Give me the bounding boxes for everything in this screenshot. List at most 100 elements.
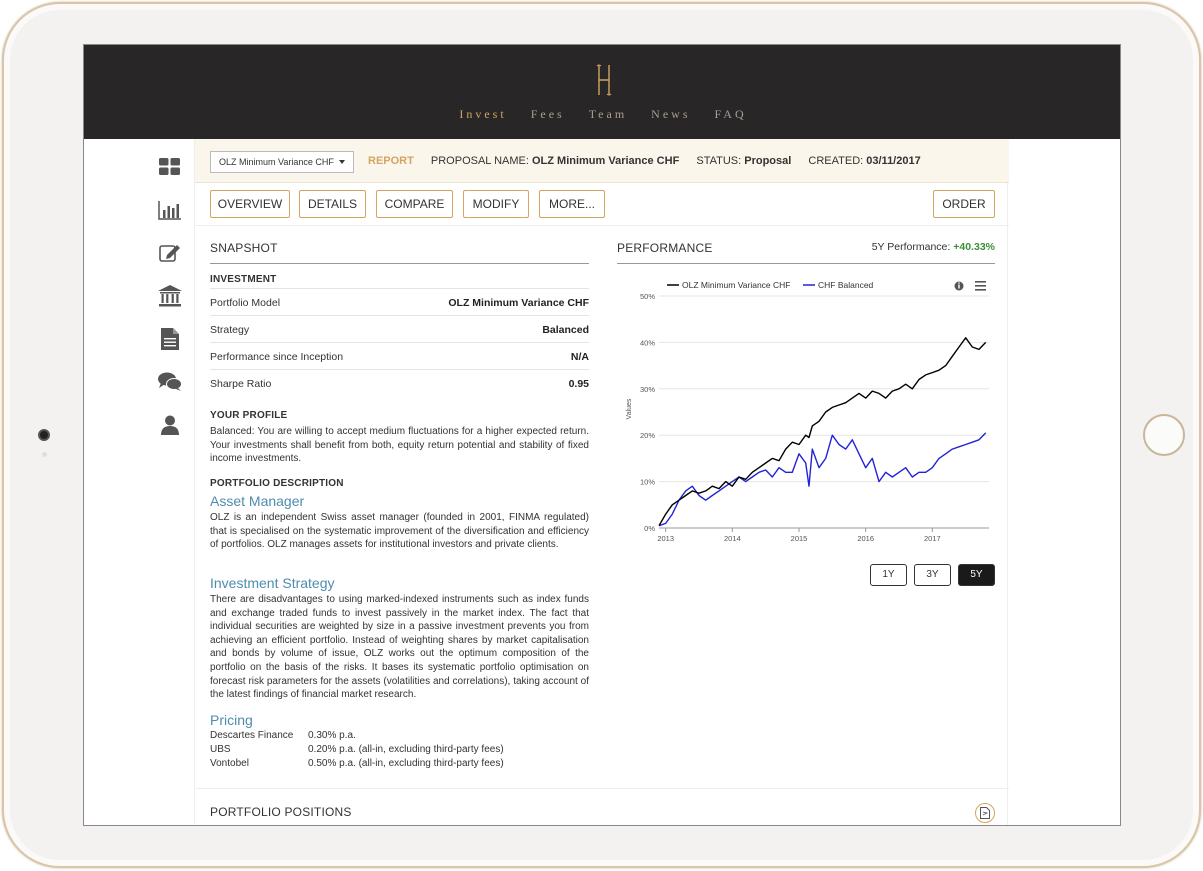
profile-heading: YOUR PROFILE <box>210 410 288 421</box>
tab-modify[interactable]: MODIFY <box>463 190 529 218</box>
x-tick-label: 2013 <box>657 534 674 543</box>
main-content: OLZ Minimum Variance CHF REPORT PROPOSAL… <box>194 139 1009 825</box>
row-value: OLZ Minimum Variance CHF <box>448 297 589 309</box>
asset-manager-title: Asset Manager <box>210 493 305 509</box>
chart-y-ticks: 0% 10% 20% 30% 40% 50% <box>640 292 655 533</box>
y-tick-label: 20% <box>640 431 655 440</box>
sensor <box>42 452 47 457</box>
positions-title: PORTFOLIO POSITIONS <box>210 805 352 819</box>
chart-legend: OLZ Minimum Variance CHF CHF Balanced <box>667 280 874 290</box>
document-icon[interactable] <box>154 325 186 353</box>
nav-team[interactable]: Team <box>589 107 627 122</box>
pricing-title: Pricing <box>210 712 253 728</box>
chart-grid <box>659 295 989 529</box>
top-navigation-bar: Invest Fees Team News FAQ <box>84 45 1120 139</box>
report-link[interactable]: REPORT <box>368 155 414 167</box>
user-icon[interactable] <box>154 411 186 439</box>
proposal-name-label: PROPOSAL NAME: <box>430 155 529 167</box>
table-row: Portfolio Model OLZ Minimum Variance CHF <box>210 289 589 316</box>
created-value: 03/11/2017 <box>866 155 921 167</box>
row-label: Performance since Inception <box>210 351 344 363</box>
created-label: CREATED: <box>808 155 864 167</box>
info-icon[interactable] <box>954 281 964 291</box>
camera <box>38 429 50 441</box>
chart-x-ticks: 2013 2014 2015 2016 2017 <box>657 527 989 543</box>
pricing-provider: UBS <box>210 744 231 755</box>
brand-logo-icon[interactable] <box>592 63 616 97</box>
five-year-value: +40.33% <box>953 241 995 253</box>
performance-chart: 0% 10% 20% 30% 40% 50% 2013 2014 2015 2016 2017 V… <box>626 280 989 543</box>
proposal-info: REPORT PROPOSAL NAME: OLZ Minimum Varian… <box>368 155 935 167</box>
range-5y-button[interactable]: 5Y <box>958 564 995 586</box>
nav-invest[interactable]: Invest <box>459 107 506 122</box>
snapshot-title: SNAPSHOT <box>210 241 278 255</box>
pricing-provider: Vontobel <box>210 758 249 769</box>
y-tick-label: 10% <box>640 478 655 487</box>
table-row: Performance since Inception N/A <box>210 343 589 370</box>
y-axis-label: Values <box>626 398 633 419</box>
legend-balanced[interactable]: CHF Balanced <box>818 280 874 290</box>
range-3y-button[interactable]: 3Y <box>914 564 951 586</box>
app-screen: Invest Fees Team News FAQ OLZ Minimum Va… <box>83 44 1121 826</box>
legend-olz[interactable]: OLZ Minimum Variance CHF <box>682 280 790 290</box>
snapshot-divider <box>210 263 589 264</box>
x-tick-label: 2016 <box>857 534 874 543</box>
series-line-olz[interactable] <box>658 337 987 527</box>
portfolio-select[interactable]: OLZ Minimum Variance CHF <box>210 151 354 173</box>
order-button[interactable]: ORDER <box>933 190 995 218</box>
y-tick-label: 40% <box>640 338 655 347</box>
home-button[interactable] <box>1143 414 1185 456</box>
pricing-fee: 0.20% p.a. (all-in, excluding third-part… <box>308 744 504 755</box>
performance-title: PERFORMANCE <box>617 241 713 255</box>
status-label: STATUS: <box>696 155 742 167</box>
chart-lines <box>658 337 987 527</box>
profile-text: Balanced: You are willing to accept medi… <box>210 426 589 465</box>
nav-news[interactable]: News <box>651 107 690 122</box>
edit-icon[interactable] <box>154 239 186 267</box>
tab-compare[interactable]: COMPARE <box>376 190 453 218</box>
range-selector: 1Y 3Y 5Y <box>870 564 995 588</box>
chevron-down-icon <box>339 160 345 164</box>
row-value: 0.95 <box>568 378 589 390</box>
series-line-chf-balanced[interactable] <box>658 432 987 527</box>
strategy-text: There are disadvantages to using marked-… <box>210 594 589 701</box>
row-label: Sharpe Ratio <box>210 378 272 390</box>
tab-details[interactable]: DETAILS <box>299 190 366 218</box>
table-row: Strategy Balanced <box>210 316 589 343</box>
portfolio-select-value: OLZ Minimum Variance CHF <box>219 157 334 167</box>
pdf-icon <box>980 807 990 819</box>
dashboard-icon[interactable] <box>154 153 186 181</box>
bar-chart-icon[interactable] <box>154 196 186 224</box>
performance-divider <box>617 263 995 264</box>
tab-more[interactable]: MORE... <box>539 190 605 218</box>
y-tick-label: 50% <box>640 292 655 301</box>
nav-faq[interactable]: FAQ <box>715 107 747 122</box>
pdf-export-button[interactable] <box>975 803 995 823</box>
y-tick-label: 30% <box>640 385 655 394</box>
investment-heading: INVESTMENT <box>210 274 277 285</box>
bank-icon[interactable] <box>154 282 186 310</box>
row-value: Balanced <box>542 324 589 336</box>
proposal-name-value: OLZ Minimum Variance CHF <box>531 155 680 167</box>
chat-icon[interactable] <box>154 368 186 396</box>
proposal-bar: OLZ Minimum Variance CHF REPORT PROPOSAL… <box>195 139 1009 183</box>
strategy-title: Investment Strategy <box>210 575 335 591</box>
main-nav: Invest Fees Team News FAQ <box>84 107 1120 122</box>
pricing-fee: 0.30% p.a. <box>308 730 356 741</box>
description-heading: PORTFOLIO DESCRIPTION <box>210 478 344 489</box>
menu-icon[interactable] <box>975 281 986 291</box>
table-row: Sharpe Ratio 0.95 <box>210 370 589 397</box>
nav-fees[interactable]: Fees <box>531 107 565 122</box>
five-year-performance: 5Y Performance: +40.33% <box>872 241 995 253</box>
row-label: Portfolio Model <box>210 297 281 309</box>
tab-overview[interactable]: OVERVIEW <box>210 190 290 218</box>
pricing-fee: 0.50% p.a. (all-in, excluding third-part… <box>308 758 504 769</box>
x-tick-label: 2014 <box>724 534 741 543</box>
x-tick-label: 2015 <box>791 534 808 543</box>
asset-manager-text: OLZ is an independent Swiss asset manage… <box>210 512 589 551</box>
five-year-label: 5Y Performance: <box>871 241 951 253</box>
pricing-provider: Descartes Finance <box>210 730 294 741</box>
tab-bar: OVERVIEW DETAILS COMPARE MODIFY MORE... … <box>195 184 1009 226</box>
range-1y-button[interactable]: 1Y <box>870 564 907 586</box>
x-tick-label: 2017 <box>924 534 941 543</box>
